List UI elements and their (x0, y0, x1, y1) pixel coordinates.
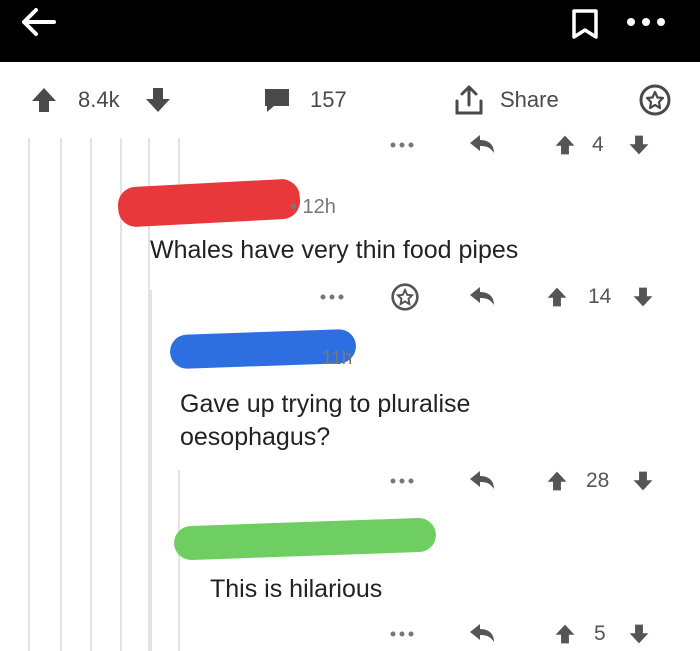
reply-icon[interactable] (468, 617, 496, 651)
post-score: 8.4k (78, 87, 120, 112)
downvote-icon[interactable] (144, 62, 172, 138)
comment-actions: 14 (0, 280, 700, 314)
bookmark-icon[interactable] (570, 8, 600, 40)
more-dots-icon[interactable] (390, 617, 414, 651)
reply-icon[interactable] (468, 128, 496, 162)
upvote-icon[interactable] (554, 128, 576, 162)
upvote-icon[interactable] (30, 62, 58, 138)
top-app-bar (0, 0, 700, 62)
downvote-icon[interactable] (632, 280, 654, 314)
share-icon[interactable] (452, 62, 486, 138)
downvote-icon[interactable] (628, 128, 650, 162)
upvote-icon[interactable] (546, 464, 568, 498)
reply-icon[interactable] (468, 464, 496, 498)
more-dots-icon[interactable] (626, 14, 666, 30)
reply-icon[interactable] (468, 280, 496, 314)
upvote-icon[interactable] (546, 280, 568, 314)
award-icon[interactable] (390, 280, 420, 314)
comment-actions: 5 (0, 617, 700, 651)
comment-body-line1: Gave up trying to pluralise (180, 390, 471, 418)
share-button[interactable]: Share (500, 87, 559, 113)
post-action-bar: 8.4k 157 Share (0, 62, 700, 138)
downvote-icon[interactable] (628, 617, 650, 651)
more-dots-icon[interactable] (390, 128, 414, 162)
comment-actions-prev: 4 (0, 128, 700, 162)
comment-score: 14 (588, 285, 612, 308)
more-dots-icon[interactable] (320, 280, 344, 314)
comment-score: 5 (594, 622, 606, 645)
comment-actions: 28 (0, 464, 700, 498)
back-arrow-icon[interactable] (18, 4, 58, 40)
comment-score: 4 (592, 133, 604, 156)
award-icon[interactable] (638, 62, 672, 138)
comment-body: Whales have very thin food pipes (150, 236, 519, 264)
comment-count: 157 (310, 87, 347, 112)
comment-time: 11h (322, 348, 353, 369)
redacted-username (117, 178, 301, 228)
comment-icon[interactable] (262, 62, 292, 138)
comment-score: 28 (586, 469, 610, 492)
downvote-icon[interactable] (632, 464, 654, 498)
upvote-icon[interactable] (554, 617, 576, 651)
more-dots-icon[interactable] (390, 464, 414, 498)
comment-body-line2: oesophagus? (180, 423, 331, 451)
redacted-username (173, 517, 437, 561)
comment-time: • 12h (290, 196, 336, 218)
comment-body: This is hilarious (210, 575, 383, 603)
